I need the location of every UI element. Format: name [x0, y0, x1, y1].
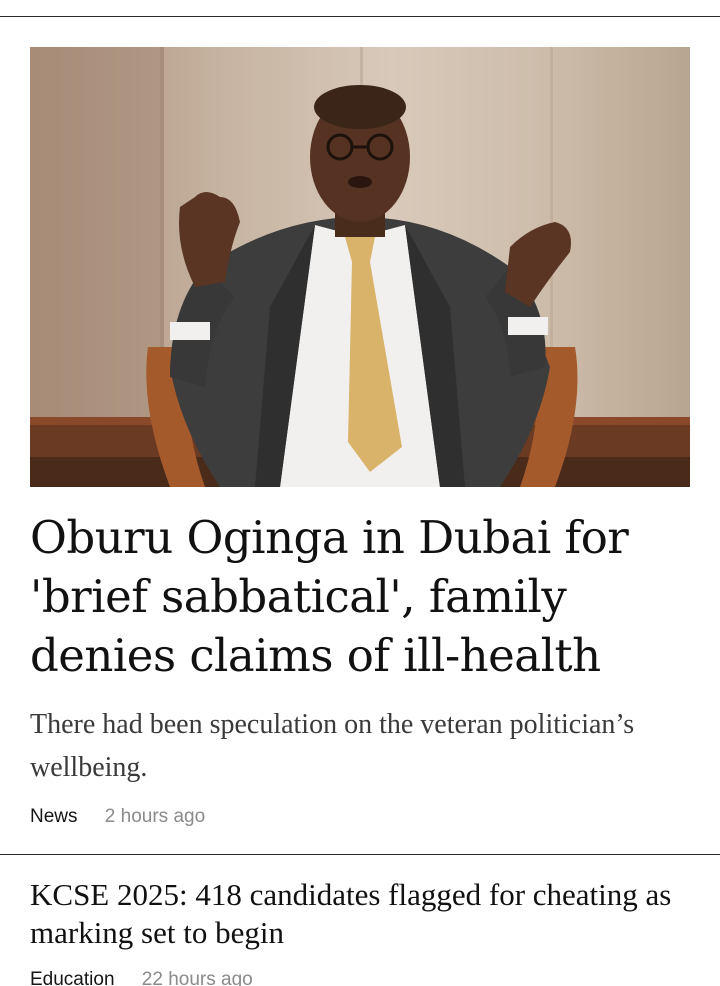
article-meta: News 2 hours ago	[30, 805, 205, 829]
timestamp-secondary: 22 hours ago	[141, 969, 253, 986]
article-headline[interactable]: Oburu Oginga in Dubai for 'brief sabbati…	[30, 508, 690, 685]
article-hero-image[interactable]	[30, 47, 690, 487]
article-headline-secondary[interactable]: KCSE 2025: 418 candidates flagged for ch…	[30, 876, 690, 952]
timestamp: 2 hours ago	[104, 806, 206, 827]
top-divider	[0, 16, 720, 17]
article-meta-secondary: Education 22 hours ago	[30, 968, 253, 986]
category-link[interactable]: News	[30, 806, 78, 827]
article-divider	[0, 854, 720, 855]
category-link-secondary[interactable]: Education	[30, 969, 115, 986]
article-summary: There had been speculation on the vetera…	[30, 709, 635, 783]
